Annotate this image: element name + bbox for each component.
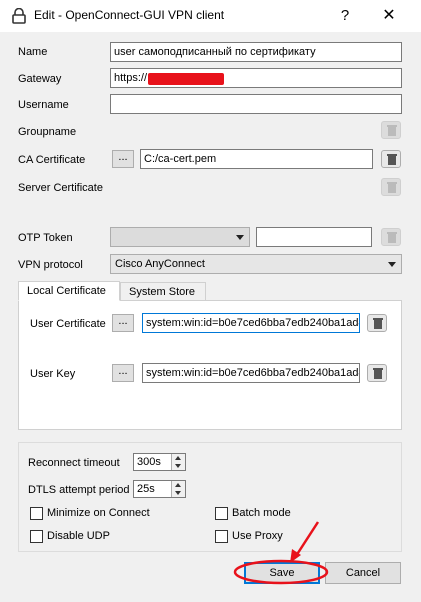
- minimize-on-connect-label: Minimize on Connect: [47, 507, 150, 519]
- redaction-mark: [148, 73, 224, 85]
- cancel-button[interactable]: Cancel: [325, 562, 401, 584]
- vpn-protocol-label: VPN protocol: [18, 259, 83, 271]
- disable-udp-label: Disable UDP: [47, 530, 110, 542]
- user-certificate-clear-button[interactable]: [367, 314, 387, 332]
- trash-icon: [373, 368, 383, 379]
- chevron-up-icon: [175, 456, 181, 460]
- reconnect-timeout-label: Reconnect timeout: [28, 457, 120, 469]
- user-key-label: User Key: [30, 368, 76, 380]
- help-button[interactable]: ?: [332, 4, 358, 28]
- close-button[interactable]: ✕: [376, 4, 402, 28]
- reconnect-timeout-value: 300s: [137, 456, 161, 468]
- ca-certificate-browse-button[interactable]: ...: [112, 150, 134, 168]
- lock-icon: [12, 7, 26, 24]
- spin-buttons[interactable]: [171, 454, 185, 470]
- batch-mode-label: Batch mode: [232, 507, 291, 519]
- vpn-protocol-select[interactable]: Cisco AnyConnect: [110, 254, 402, 274]
- tab-local-certificate[interactable]: Local Certificate: [18, 281, 120, 301]
- use-proxy-checkbox[interactable]: [215, 530, 228, 543]
- chevron-down-icon: [175, 464, 181, 468]
- batch-mode-checkbox[interactable]: [215, 507, 228, 520]
- otp-token-type-select[interactable]: [110, 227, 250, 247]
- user-certificate-input[interactable]: system:win:id=b0e7ced6bba7edb240ba1ad4: [142, 313, 360, 333]
- chevron-down-icon: [236, 235, 244, 240]
- dtls-attempt-spinbox[interactable]: 25s: [133, 480, 186, 498]
- groupname-clear-button: [381, 121, 401, 139]
- gateway-label: Gateway: [18, 73, 62, 85]
- otp-token-clear-button: [381, 228, 401, 246]
- ca-certificate-input[interactable]: C:/ca-cert.pem: [140, 149, 373, 169]
- trash-icon: [387, 125, 397, 136]
- dtls-attempt-label: DTLS attempt period: [28, 484, 130, 496]
- chevron-up-icon: [175, 483, 181, 487]
- reconnect-timeout-spinbox[interactable]: 300s: [133, 453, 186, 471]
- dtls-attempt-value: 25s: [137, 483, 155, 495]
- chevron-down-icon: [175, 491, 181, 495]
- gateway-value: https://: [114, 72, 148, 84]
- name-label: Name: [18, 46, 48, 58]
- server-certificate-clear-button: [381, 178, 401, 196]
- user-certificate-label: User Certificate: [30, 318, 106, 330]
- trash-icon: [387, 154, 397, 165]
- tab-system-store[interactable]: System Store: [120, 282, 206, 302]
- groupname-label: Groupname: [18, 126, 77, 138]
- window-title: Edit - OpenConnect-GUI VPN client: [34, 8, 225, 22]
- use-proxy-label: Use Proxy: [232, 530, 283, 542]
- save-button[interactable]: Save: [244, 562, 320, 584]
- certificate-tab-panel: User Certificate ... system:win:id=b0e7c…: [18, 300, 402, 430]
- username-label: Username: [18, 99, 69, 111]
- chevron-down-icon: [388, 262, 396, 267]
- trash-icon: [387, 182, 397, 193]
- username-input[interactable]: [110, 94, 402, 114]
- ca-certificate-clear-button[interactable]: [381, 150, 401, 168]
- user-key-clear-button[interactable]: [367, 364, 387, 382]
- spin-buttons[interactable]: [171, 481, 185, 497]
- minimize-on-connect-checkbox[interactable]: [30, 507, 43, 520]
- otp-token-label: OTP Token: [18, 232, 73, 244]
- trash-icon: [387, 232, 397, 243]
- otp-token-input[interactable]: [256, 227, 372, 247]
- name-input[interactable]: user самоподписанный по сертификату: [110, 42, 402, 62]
- disable-udp-checkbox[interactable]: [30, 530, 43, 543]
- title-bar: Edit - OpenConnect-GUI VPN client ? ✕: [0, 0, 421, 32]
- user-key-input[interactable]: system:win:id=b0e7ced6bba7edb240ba1ad4: [142, 363, 360, 383]
- vpn-protocol-value: Cisco AnyConnect: [115, 258, 205, 270]
- user-certificate-browse-button[interactable]: ...: [112, 314, 134, 332]
- server-certificate-label: Server Certificate: [18, 182, 103, 194]
- ca-certificate-label: CA Certificate: [18, 154, 86, 166]
- user-key-browse-button[interactable]: ...: [112, 364, 134, 382]
- trash-icon: [373, 318, 383, 329]
